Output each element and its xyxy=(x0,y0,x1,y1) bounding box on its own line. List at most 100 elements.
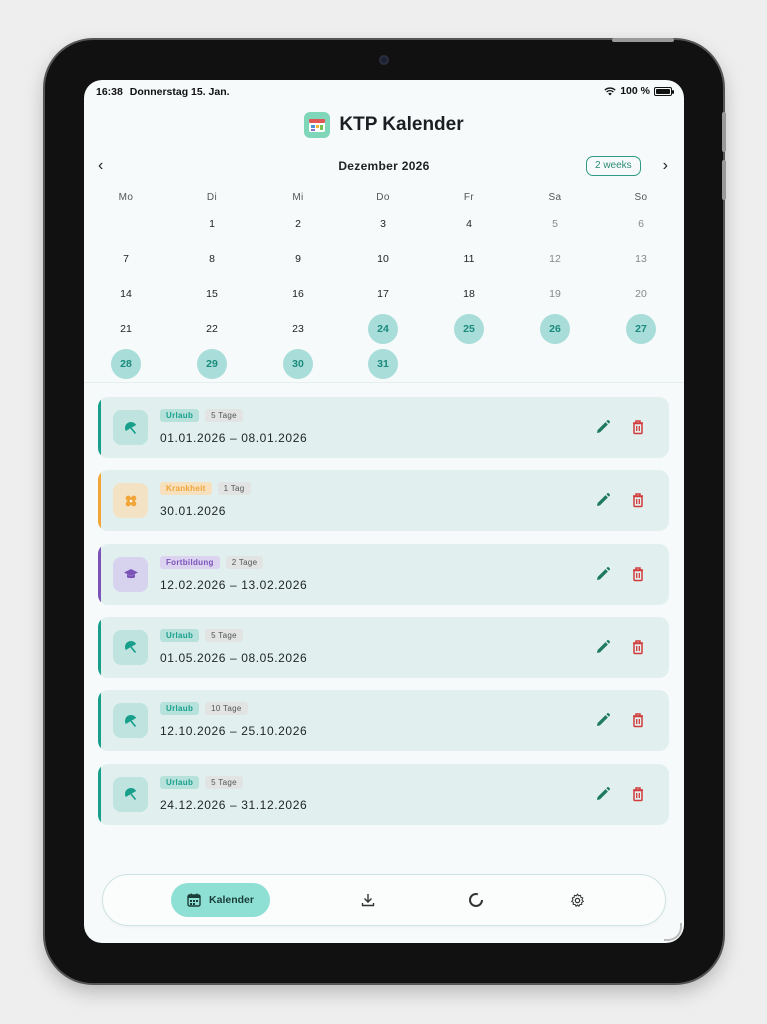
download-icon xyxy=(361,894,375,907)
edit-icon[interactable] xyxy=(595,712,613,730)
calendar-day[interactable]: 2 xyxy=(283,209,313,239)
type-badge: Krankheit xyxy=(160,482,212,496)
nav-kalender[interactable]: Kalender xyxy=(171,883,270,917)
calendar-day[interactable]: 14 xyxy=(111,279,141,309)
duration-badge: 5 Tage xyxy=(205,409,243,422)
absence-entry[interactable]: Urlaub 5 Tage 01.01.2026 – 08.01.2026 xyxy=(98,397,669,458)
trash-icon[interactable] xyxy=(631,419,647,437)
weekday-label: Do xyxy=(376,192,390,203)
volume-down-button xyxy=(722,160,726,200)
volume-up-button xyxy=(722,112,726,152)
date-range: 30.01.2026 xyxy=(160,504,227,519)
nav-kalender-label: Kalender xyxy=(209,894,254,906)
calendar-day[interactable]: 13 xyxy=(626,244,656,274)
trash-icon[interactable] xyxy=(631,566,647,584)
calendar-day[interactable]: 4 xyxy=(454,209,484,239)
weekday-header: Mo Di Mi Do Fr Sa So xyxy=(84,192,684,206)
weekday-label: Sa xyxy=(548,192,562,203)
calendar-day[interactable]: 28 xyxy=(111,349,141,379)
calendar-day[interactable]: 27 xyxy=(626,314,656,344)
calendar-icon xyxy=(187,893,201,907)
status-date: Donnerstag 15. Jan. xyxy=(129,86,230,98)
calendar-day[interactable]: 8 xyxy=(197,244,227,274)
calendar-day[interactable]: 15 xyxy=(197,279,227,309)
type-badge: Urlaub xyxy=(160,409,200,422)
calendar-day[interactable]: 19 xyxy=(540,279,570,309)
type-badge: Urlaub xyxy=(160,702,200,716)
bandage-icon xyxy=(113,483,148,519)
duration-badge: 10 Tage xyxy=(205,702,248,716)
calendar-day[interactable]: 23 xyxy=(283,314,313,344)
calendar-day[interactable]: 16 xyxy=(283,279,313,309)
absence-entry[interactable]: Urlaub 5 Tage 24.12.2026 – 31.12.2026 xyxy=(98,763,669,825)
trash-icon[interactable] xyxy=(631,712,647,730)
calendar-day[interactable]: 10 xyxy=(368,244,398,274)
app-header: KTP Kalender xyxy=(84,110,684,140)
umbrella-icon xyxy=(113,776,148,812)
calendar-day[interactable]: 21 xyxy=(111,314,141,344)
calendar-day[interactable]: 18 xyxy=(454,279,484,309)
nav-settings[interactable] xyxy=(560,883,594,917)
type-color-bar xyxy=(98,690,101,752)
date-range: 24.12.2026 – 31.12.2026 xyxy=(160,797,308,812)
battery-icon xyxy=(654,86,674,96)
calendar-day[interactable]: 30 xyxy=(283,349,313,379)
calendar-day[interactable]: 3 xyxy=(368,209,398,239)
weekday-label: Di xyxy=(206,192,218,203)
bottom-navigation: Kalender xyxy=(102,874,666,926)
top-button xyxy=(612,38,674,42)
gear-icon xyxy=(570,892,584,907)
umbrella-icon xyxy=(113,410,148,445)
type-color-bar xyxy=(98,397,101,458)
calendar-day[interactable]: 20 xyxy=(626,279,656,309)
calendar-day[interactable]: 5 xyxy=(540,209,570,239)
nav-statistics[interactable] xyxy=(459,883,493,917)
view-toggle-button[interactable]: 2 weeks xyxy=(586,156,641,176)
duration-badge: 2 Tage xyxy=(225,555,264,569)
graduation-cap-icon xyxy=(113,556,148,592)
type-color-bar xyxy=(98,616,101,678)
calendar-day[interactable]: 29 xyxy=(197,349,227,379)
calendar-day[interactable]: 12 xyxy=(540,244,570,274)
trash-icon[interactable] xyxy=(631,492,647,510)
battery-percent: 100 % xyxy=(620,85,650,97)
date-range: 01.01.2026 – 08.01.2026 xyxy=(160,431,308,445)
divider xyxy=(84,382,684,383)
absence-entry[interactable]: Fortbildung 2 Tage 12.02.2026 – 13.02.20… xyxy=(98,543,669,605)
type-color-bar xyxy=(98,470,101,532)
status-time: 16:38 xyxy=(96,86,123,98)
type-color-bar xyxy=(98,543,101,605)
type-badge: Urlaub xyxy=(160,775,200,789)
calendar-day[interactable]: 24 xyxy=(368,314,398,344)
calendar-day[interactable]: 17 xyxy=(368,279,398,309)
calendar-day[interactable]: 7 xyxy=(111,244,141,274)
date-range: 12.10.2026 – 25.10.2026 xyxy=(160,724,308,739)
calendar-day[interactable]: 22 xyxy=(197,314,227,344)
weekday-label: Mo xyxy=(118,192,134,203)
weekday-label: So xyxy=(634,192,648,203)
trash-icon[interactable] xyxy=(631,639,647,657)
front-camera xyxy=(379,55,389,65)
edit-icon[interactable] xyxy=(595,639,613,657)
calendar-day[interactable]: 11 xyxy=(454,244,484,274)
umbrella-icon xyxy=(113,629,148,665)
absence-entry[interactable]: Krankheit 1 Tag 30.01.2026 xyxy=(98,470,669,532)
calendar-day[interactable]: 26 xyxy=(540,314,570,344)
trash-icon[interactable] xyxy=(631,786,647,804)
edit-icon[interactable] xyxy=(595,566,613,584)
edit-icon[interactable] xyxy=(595,419,613,437)
calendar-day[interactable]: 25 xyxy=(454,314,484,344)
calendar-day[interactable]: 31 xyxy=(368,349,398,379)
edit-icon[interactable] xyxy=(595,492,613,510)
nav-download[interactable] xyxy=(351,883,385,917)
app-title: KTP Kalender xyxy=(339,114,464,135)
status-bar: 16:38 Donnerstag 15. Jan. 100 % xyxy=(84,80,684,102)
calendar-day[interactable]: 1 xyxy=(197,209,227,239)
next-month-button[interactable]: › xyxy=(663,157,668,175)
date-range: 12.02.2026 – 13.02.2026 xyxy=(160,577,308,592)
absence-entry[interactable]: Urlaub 5 Tage 01.05.2026 – 08.05.2026 xyxy=(98,616,669,678)
calendar-day[interactable]: 9 xyxy=(283,244,313,274)
edit-icon[interactable] xyxy=(595,786,613,804)
calendar-day[interactable]: 6 xyxy=(626,209,656,239)
absence-entry[interactable]: Urlaub 10 Tage 12.10.2026 – 25.10.2026 xyxy=(98,690,669,752)
